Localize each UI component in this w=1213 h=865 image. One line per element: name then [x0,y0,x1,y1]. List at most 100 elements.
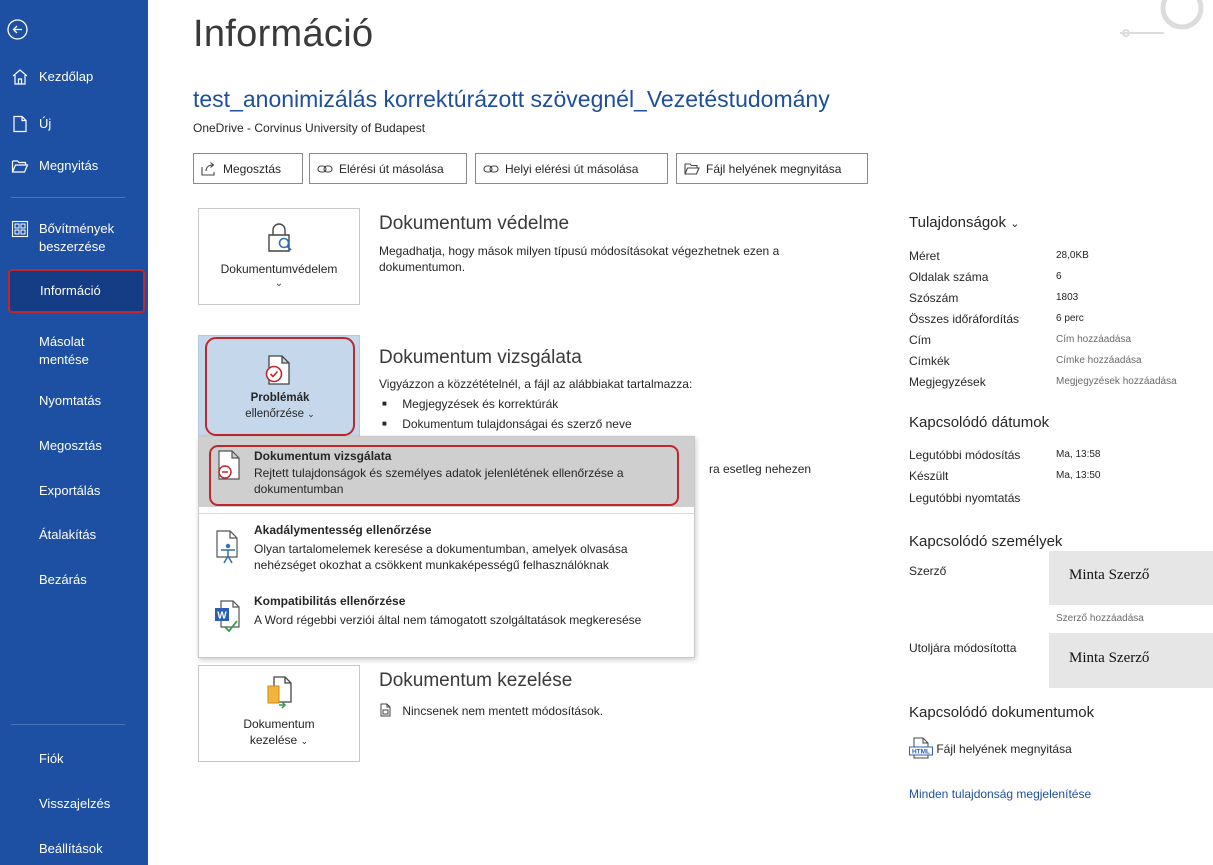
link-icon [483,164,499,173]
copy-local-path-button[interactable]: Helyi elérési út másolása [475,153,668,184]
check-issues-label-line2: ellenőrzése ⌄ [207,406,353,422]
document-history-icon [380,703,391,717]
accessibility-icon [216,530,238,564]
property-value: 6 perc [1056,313,1084,324]
inspect-hidden-text-fragment: ra esetleg nehezen [709,462,812,476]
protect-document-button[interactable]: Dokumentumvédelem ⌄ [198,208,360,305]
sidebar-item-export[interactable]: Exportálás [39,482,100,500]
inspect-bullet-text: Dokumentum tulajdonságai és szerző neve [402,417,632,431]
bullet-icon: ■ [382,399,387,408]
tags-field[interactable]: Címke hozzáadása [1056,355,1142,366]
properties-heading-text: Tulajdonságok [909,214,1007,231]
manage-tile-label-line1: Dokumentum [243,717,315,731]
link-icon [317,164,333,173]
protect-section-text: Megadhatja, hogy mások milyen típusú mód… [379,244,780,274]
manage-tile-label-text: kezelése [249,733,298,747]
chevron-down-icon: ⌄ [274,278,284,289]
chevron-down-icon: ⌄ [307,409,315,419]
sidebar-item-label: Információ [40,283,101,298]
date-value: Ma, 13:58 [1056,449,1101,460]
sidebar-item-label: mentése [39,352,89,367]
manage-section-title: Dokumentum kezelése [379,670,573,691]
share-button[interactable]: Megosztás [193,153,303,184]
property-value: 1803 [1056,292,1079,303]
sidebar-divider [11,197,125,198]
date-label: Legutóbbi módosítás [909,448,1021,462]
menu-item-accessibility-check[interactable]: Akadálymentesség ellenőrzése Olyan tarta… [199,515,694,583]
word-compatibility-icon: W [215,600,240,633]
manage-document-button[interactable]: Dokumentum kezelése ⌄ [198,665,360,762]
sidebar-item-options[interactable]: Beállítások [39,840,103,858]
comments-field[interactable]: Megjegyzések hozzáadása [1056,376,1177,387]
sidebar-item-feedback[interactable]: Visszajelzés [39,795,110,813]
date-value: Ma, 13:50 [1056,470,1101,481]
sidebar-item-save-copy[interactable]: Másolat mentése [39,333,89,369]
chevron-down-icon: ⌄ [300,736,309,746]
property-label: Oldalak száma [909,270,989,284]
manage-section-text: Nincsenek nem mentett módosítások. [379,703,603,719]
menu-divider [199,513,694,514]
copy-local-path-button-label: Helyi elérési út másolása [505,161,639,176]
inspect-bullet: ■ Dokumentum tulajdonságai és szerző nev… [382,416,632,434]
inspect-section-intro: Vigyázzon a közzétételnél, a fájl az alá… [379,377,693,391]
open-file-location-text: Fájl helyének megnyitása [936,742,1072,756]
last-modified-by-box[interactable]: Minta Szerző [1049,633,1213,688]
bullet-icon: ■ [382,419,387,428]
property-label: Méret [909,249,940,263]
share-icon [201,161,215,176]
author-name-box[interactable]: Minta Szerző [1049,551,1213,605]
svg-text:HTML: HTML [912,749,930,756]
check-issues-label-line1: Problémák [250,392,310,404]
document-location: OneDrive - Corvinus University of Budape… [193,121,426,135]
check-issues-button[interactable]: Problémák ellenőrzése ⌄ [205,337,355,436]
page-title: Információ [193,13,374,55]
sidebar-item-label: Megnyitás [39,158,99,173]
check-issues-dropdown: Dokumentum vizsgálata Rejtett tulajdonsá… [198,436,695,658]
inspect-document-icon [265,355,290,385]
add-author-field[interactable]: Szerző hozzáadása [1056,613,1144,624]
open-file-location-button[interactable]: Fájl helyének megnyitása [676,153,868,184]
sidebar-item-label: beszerzése [39,239,106,254]
sidebar-item-close[interactable]: Bezárás [39,571,87,589]
manage-status-text: Nincsenek nem mentett módosítások. [402,704,604,718]
menu-item-title: Kompatibilitás ellenőrzése [254,594,406,608]
property-value: 6 [1056,271,1062,282]
protect-section-title: Dokumentum védelme [379,213,570,234]
inspect-bullet-text: Megjegyzések és korrektúrák [402,397,559,411]
related-dates-heading: Kapcsolódó dátumok [909,414,1050,431]
document-title: test_anonimizálás korrektúrázott szövegn… [193,86,830,112]
title-field[interactable]: Cím hozzáadása [1056,334,1131,345]
sidebar-item-account[interactable]: Fiók [39,750,64,768]
sidebar-item-info[interactable]: Információ [8,269,145,313]
inspect-bullet: ■ Megjegyzések és korrektúrák [382,396,558,414]
open-folder-icon [11,160,29,173]
back-arrow-icon[interactable] [7,19,28,40]
sidebar-item-print[interactable]: Nyomtatás [39,392,101,410]
show-all-properties-link[interactable]: Minden tulajdonság megjelenítése [909,787,1091,801]
sidebar-item-share[interactable]: Megosztás [39,437,102,455]
html-file-icon: HTML [909,737,933,759]
properties-heading[interactable]: Tulajdonságok ⌄ [909,214,1019,231]
property-label: Összes időráfordítás [909,312,1020,326]
sidebar-divider [11,724,125,725]
open-file-location-link[interactable]: HTML Fájl helyének megnyitása [909,737,1072,759]
backstage-sidebar: Kezdőlap Új Megnyitás Bővítmények beszer… [0,0,148,865]
property-label: Megjegyzések [909,375,986,389]
menu-item-compatibility-check[interactable]: W Kompatibilitás ellenőrzése A Word rége… [199,585,694,655]
open-file-location-label: Fájl helyének megnyitása [706,161,842,176]
folder-icon [684,163,700,175]
date-label: Készült [909,469,949,483]
property-value: 28,0KB [1056,250,1089,261]
svg-text:W: W [217,611,227,622]
sidebar-item-label: Másolat [39,334,85,349]
copy-path-button[interactable]: Elérési út másolása [309,153,467,184]
menu-item-description: Olyan tartalomelemek keresése a dokument… [254,542,628,572]
manage-tile-label-line2: kezelése ⌄ [199,732,359,749]
property-label: Címkék [909,354,950,368]
decorative-circuit-icon [1120,0,1204,37]
sidebar-item-label: Bővítmények [39,221,115,236]
last-modified-by-label: Utoljára módosította [909,641,1017,655]
addins-grid-icon [11,220,29,238]
sidebar-item-transform[interactable]: Átalakítás [39,526,96,544]
related-documents-heading: Kapcsolódó dokumentumok [909,704,1095,721]
